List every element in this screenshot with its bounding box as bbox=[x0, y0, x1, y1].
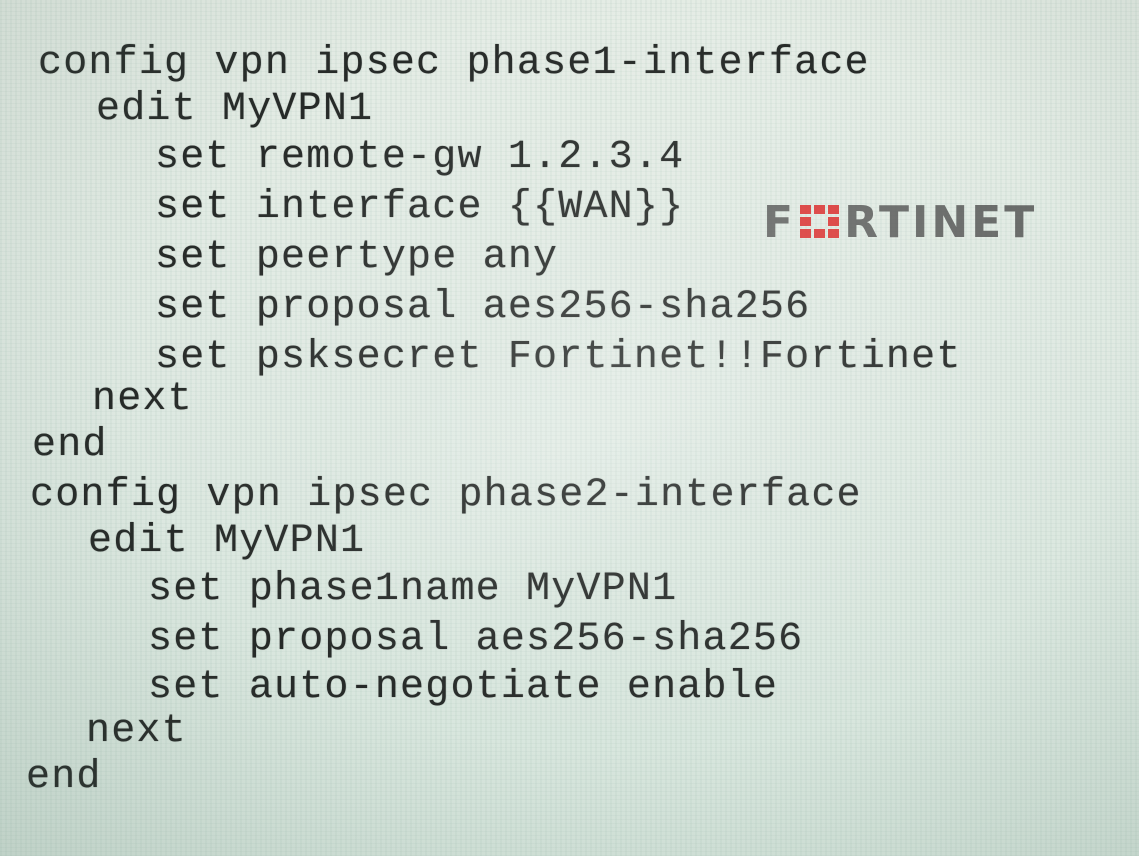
code-line-psksecret: set psksecret Fortinet!!Fortinet bbox=[155, 335, 962, 380]
fortinet-grid-logo-icon bbox=[800, 205, 840, 239]
fortinet-logo-watermark: F RTINET bbox=[763, 196, 1038, 248]
code-line-phase2-end: end bbox=[26, 755, 102, 800]
code-line-phase2-edit: edit MyVPN1 bbox=[88, 519, 366, 564]
code-line-phase2-proposal: set proposal aes256-sha256 bbox=[148, 617, 804, 662]
code-line-phase1name: set phase1name MyVPN1 bbox=[148, 567, 678, 612]
cli-config-listing: config vpn ipsec phase1-interface edit M… bbox=[0, 0, 960, 810]
code-line-phase1-edit: edit MyVPN1 bbox=[96, 87, 374, 132]
code-line-phase1-end: end bbox=[32, 423, 108, 468]
code-line-auto-negotiate: set auto-negotiate enable bbox=[148, 665, 779, 710]
code-line-remote-gw: set remote-gw 1.2.3.4 bbox=[155, 135, 685, 180]
code-line-peertype: set peertype any bbox=[155, 235, 559, 280]
code-line-phase2-config: config vpn ipsec phase2-interface bbox=[30, 473, 862, 518]
code-line-phase2-next: next bbox=[86, 709, 187, 754]
code-line-interface: set interface {{WAN}} bbox=[155, 185, 685, 230]
photographed-monitor-screen: config vpn ipsec phase1-interface edit M… bbox=[0, 0, 1139, 856]
logo-letter-f: F bbox=[763, 196, 797, 248]
logo-letters-rtinet: RTINET bbox=[844, 196, 1038, 248]
code-line-phase1-config: config vpn ipsec phase1-interface bbox=[38, 41, 870, 86]
code-line-phase1-next: next bbox=[92, 377, 193, 422]
code-line-phase1-proposal: set proposal aes256-sha256 bbox=[155, 285, 811, 330]
